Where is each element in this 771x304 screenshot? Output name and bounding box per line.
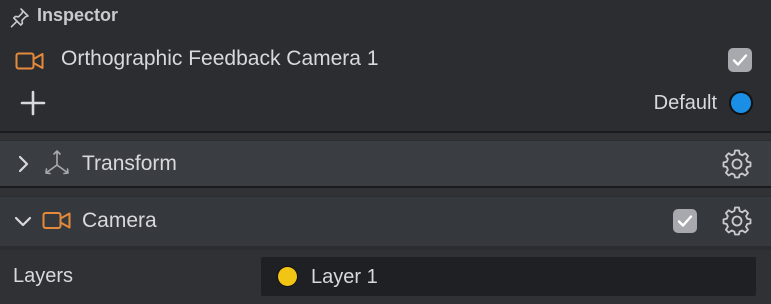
object-name[interactable]: Orthographic Feedback Camera 1 — [61, 47, 379, 71]
inspector-header: Inspector — [0, 0, 771, 32]
layers-value: Layer 1 — [311, 266, 378, 288]
inspector-panel: Inspector Orthographic Feedback Camera 1… — [0, 0, 771, 304]
inspector-title: Inspector — [37, 5, 119, 25]
pin-icon[interactable] — [9, 6, 33, 28]
layer-color-dot[interactable] — [731, 93, 751, 113]
component-header-camera[interactable]: Camera — [0, 197, 771, 246]
layer-label[interactable]: Default — [654, 92, 717, 115]
layers-field[interactable]: Layer 1 — [261, 257, 756, 296]
layer-color-dot — [278, 267, 297, 286]
add-component-row: Default — [0, 84, 771, 124]
chevron-down-icon[interactable] — [13, 211, 33, 231]
camera-icon — [15, 52, 44, 70]
check-icon — [677, 215, 693, 227]
transform-axes-icon — [45, 150, 69, 175]
camera-icon — [42, 212, 71, 229]
chevron-right-icon[interactable] — [13, 154, 33, 174]
component-label: Camera — [82, 209, 157, 232]
gear-icon[interactable] — [722, 149, 752, 179]
component-header-transform[interactable]: Transform — [0, 141, 771, 186]
plus-icon[interactable] — [20, 90, 46, 116]
check-icon — [732, 54, 748, 66]
divider — [0, 131, 771, 140]
object-row: Orthographic Feedback Camera 1 — [0, 40, 771, 80]
camera-enabled-checkbox[interactable] — [673, 209, 697, 233]
object-enabled-checkbox[interactable] — [728, 48, 752, 72]
divider — [0, 186, 771, 196]
layers-label: Layers — [13, 265, 74, 287]
component-label: Transform — [82, 152, 177, 175]
gear-icon[interactable] — [722, 206, 752, 236]
property-row-layers: Layers Layer 1 — [0, 250, 771, 304]
